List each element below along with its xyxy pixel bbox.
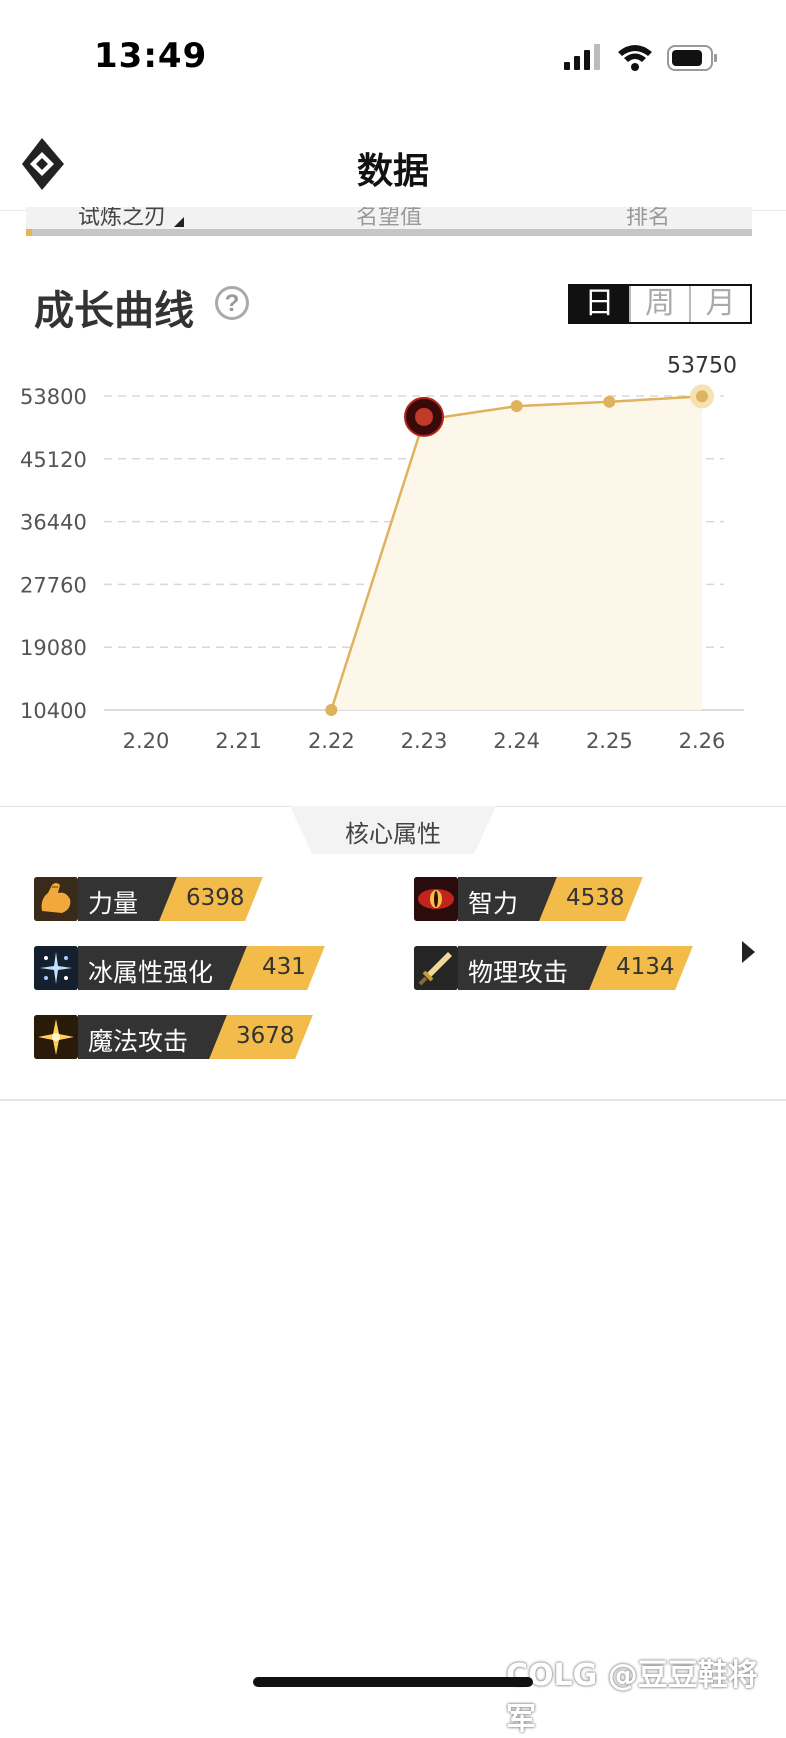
signal-icon — [564, 44, 600, 70]
data-point — [510, 400, 523, 413]
y-tick-label: 45120 — [20, 448, 87, 472]
attribute-value: 431 — [262, 954, 306, 980]
subtab-fame[interactable]: 名望值 — [356, 207, 422, 231]
period-month-button[interactable]: 月 — [689, 286, 750, 322]
core-attributes-tab[interactable]: 核心属性 — [290, 806, 496, 854]
subtab-bar: 试炼之刃 名望值 排名 — [26, 207, 752, 237]
battery-icon — [667, 45, 717, 71]
status-bar: 13:49 — [0, 0, 786, 110]
attribute-label: 力量 — [88, 889, 139, 918]
data-point — [325, 704, 338, 716]
x-tick-label: 2.22 — [308, 729, 355, 753]
data-point — [603, 395, 616, 408]
x-tick-label: 2.25 — [586, 729, 633, 753]
data-point — [696, 390, 708, 403]
flexed-arm-icon — [34, 877, 78, 921]
y-tick-label: 36440 — [20, 511, 87, 535]
status-icons — [564, 44, 717, 71]
attribute-label: 魔法攻击 — [88, 1027, 189, 1056]
subtab-active-indicator — [26, 229, 32, 236]
x-tick-label: 2.24 — [493, 729, 540, 753]
attribute-value: 4538 — [566, 885, 625, 911]
status-time: 13:49 — [94, 36, 208, 76]
growth-chart: 53800 45120 36440 27760 19080 10400 2.20 2.21 2.… — [20, 353, 744, 753]
period-day-button[interactable]: 日 — [570, 286, 629, 322]
red-eye-icon — [414, 877, 458, 921]
wifi-icon — [618, 45, 652, 71]
home-indicator[interactable] — [253, 1677, 533, 1687]
attribute-label: 物理攻击 — [468, 958, 569, 987]
x-tick-label: 2.21 — [215, 729, 262, 753]
attribute-physical-attack: 物理攻击 4134 — [414, 946, 694, 990]
sword-icon — [414, 946, 458, 990]
x-tick-label: 2.23 — [401, 729, 448, 753]
growth-curve-title: 成长曲线 — [34, 288, 194, 334]
x-tick-label: 2.26 — [679, 729, 726, 753]
character-avatar-face — [415, 407, 433, 426]
attribute-ice-enhance: 冰属性强化 431 — [34, 946, 326, 990]
period-switch: 日 周 月 — [568, 284, 752, 324]
header: 数据 — [0, 120, 786, 211]
page-title: 数据 — [356, 151, 429, 192]
help-icon[interactable]: ? — [215, 286, 249, 320]
subtab-ranking[interactable]: 排名 — [626, 207, 670, 231]
next-page-arrow-icon[interactable] — [742, 941, 755, 963]
attribute-magic-attack: 魔法攻击 3678 — [34, 1015, 314, 1059]
attribute-value: 3678 — [236, 1023, 295, 1049]
y-tick-label: 53800 — [20, 385, 87, 409]
period-week-button[interactable]: 周 — [628, 286, 690, 322]
x-tick-label: 2.20 — [123, 729, 170, 753]
dropdown-caret-icon[interactable] — [174, 217, 184, 227]
attribute-strength: 力量 6398 — [34, 877, 264, 921]
attribute-value: 6398 — [186, 885, 245, 911]
y-tick-label: 10400 — [20, 699, 87, 723]
y-tick-label: 19080 — [20, 636, 87, 660]
section-divider — [0, 1099, 786, 1101]
core-attributes-label: 核心属性 — [345, 820, 441, 848]
series-area — [331, 396, 702, 710]
attribute-intelligence: 智力 4538 — [414, 877, 644, 921]
magic-spark-icon — [34, 1015, 78, 1059]
last-value-label: 53750 — [667, 353, 737, 378]
ice-sparkle-icon — [34, 946, 78, 990]
attribute-label: 智力 — [468, 889, 519, 918]
subtab-trial-blade[interactable]: 试炼之刃 — [78, 207, 166, 231]
attribute-label: 冰属性强化 — [88, 958, 214, 987]
watermark: COLG @豆豆鞋将军 — [506, 1658, 758, 1737]
y-tick-label: 27760 — [20, 573, 87, 597]
attribute-value: 4134 — [616, 954, 675, 980]
